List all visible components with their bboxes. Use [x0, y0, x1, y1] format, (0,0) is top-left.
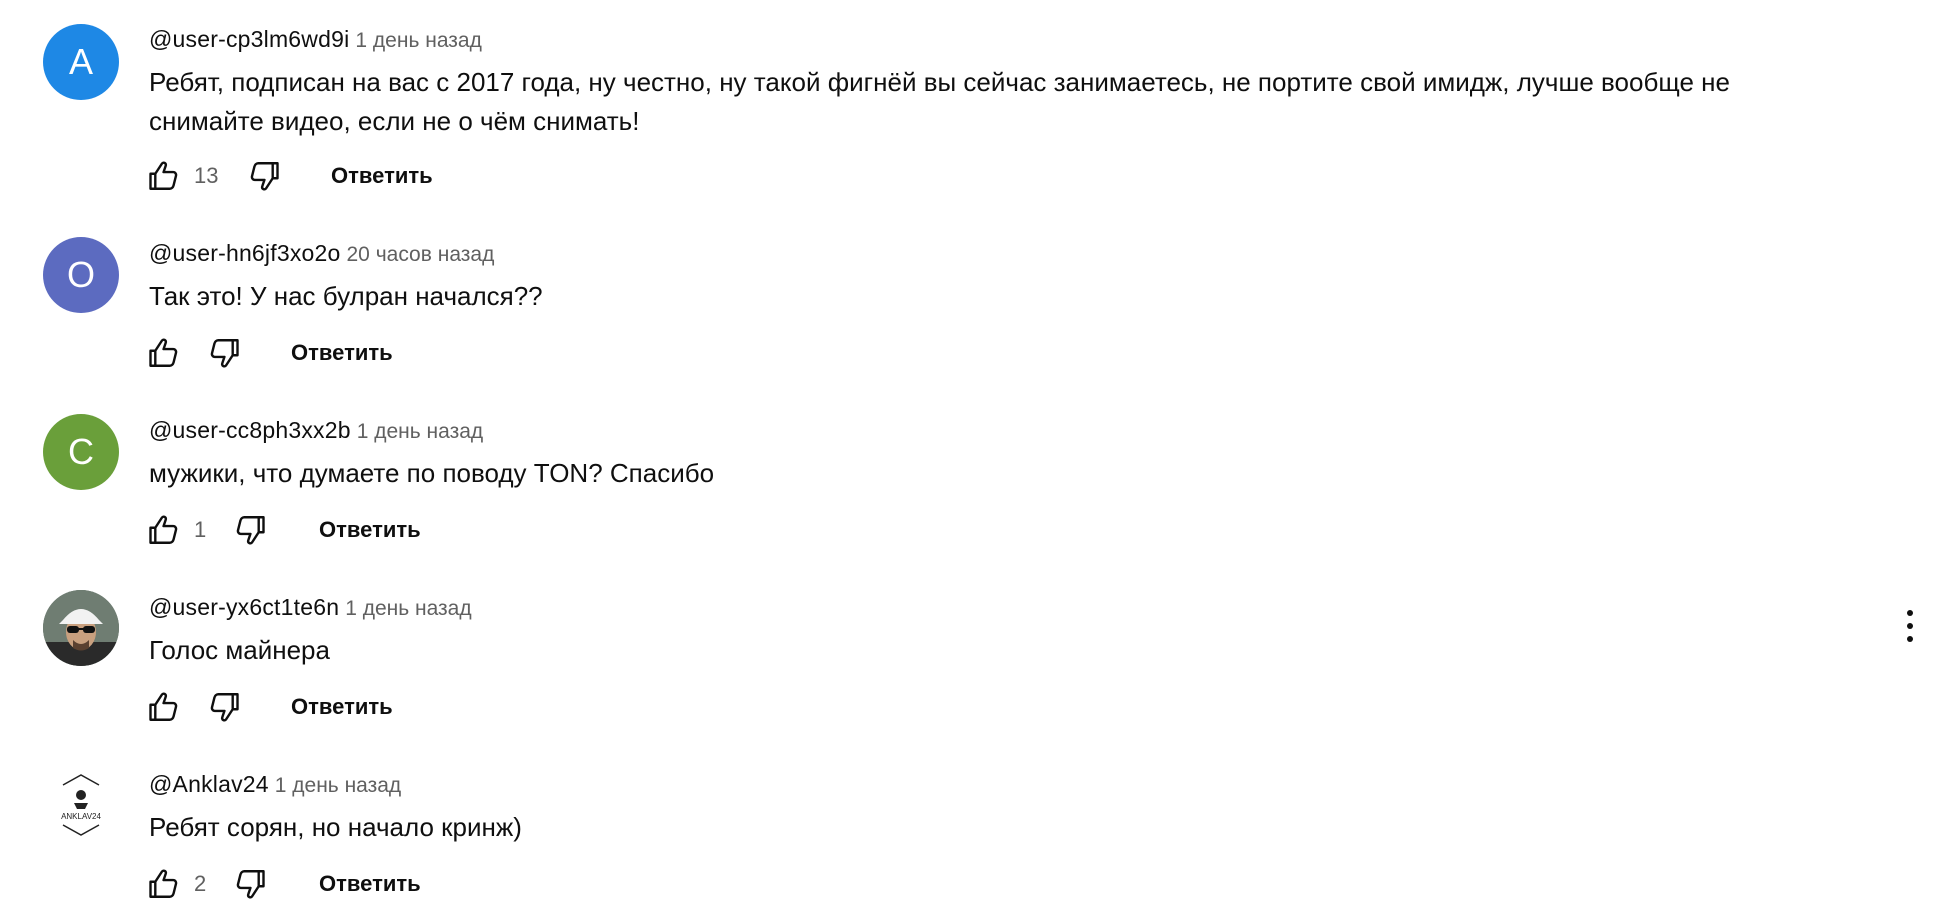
comment-author[interactable]: @Anklav24 [149, 771, 269, 797]
thumbs-down-icon [210, 339, 239, 368]
comment-text: Так это! У нас булран начался?? [149, 281, 543, 311]
comment-time[interactable]: 1 день назад [357, 420, 483, 443]
like-count: 13 [194, 163, 219, 188]
comment-time[interactable]: 1 день назад [355, 29, 481, 52]
like-button[interactable] [146, 508, 182, 552]
like-button[interactable] [146, 862, 182, 906]
reply-button[interactable]: Ответить [291, 331, 393, 375]
avatar-photo [43, 590, 119, 666]
comment-header: @user-hn6jf3xo2o 20 часов назад [149, 240, 494, 267]
thumbs-down-icon [236, 870, 265, 899]
avatar[interactable]: A [43, 24, 119, 100]
thumbs-up-icon [149, 692, 178, 721]
comment-author[interactable]: @user-hn6jf3xo2o [149, 240, 341, 266]
avatar[interactable]: O [43, 237, 119, 313]
thumbs-down-icon [210, 693, 239, 722]
like-count: 2 [194, 871, 207, 896]
avatar[interactable]: C [43, 414, 119, 490]
comment-text: Ребят сорян, но начало кринж) [149, 812, 522, 842]
avatar[interactable]: ANKLAV24 [43, 767, 119, 843]
comment-time[interactable]: 1 день назад [275, 774, 401, 797]
reply-button[interactable]: Ответить [319, 862, 421, 906]
thumbs-up-icon [149, 338, 178, 367]
comment-header: @user-cc8ph3xx2b 1 день назад [149, 417, 483, 444]
comment-author[interactable]: @user-cc8ph3xx2b [149, 417, 351, 443]
comment-time[interactable]: 1 день назад [345, 597, 471, 620]
thumbs-down-icon [236, 516, 265, 545]
comment-time[interactable]: 20 часов назад [347, 243, 495, 266]
thumbs-up-icon [149, 161, 178, 190]
comment-author[interactable]: @user-yx6ct1te6n [149, 594, 339, 620]
dislike-button[interactable] [206, 685, 242, 729]
comment-text: мужики, что думаете по поводу TON? Спаси… [149, 458, 715, 488]
more-actions-button[interactable] [1896, 604, 1924, 648]
comment-header: @user-yx6ct1te6n 1 день назад [149, 594, 472, 621]
comment-author[interactable]: @user-cp3lm6wd9i [149, 26, 349, 52]
reply-button[interactable]: Ответить [331, 154, 433, 198]
reply-button[interactable]: Ответить [291, 685, 393, 729]
dislike-button[interactable] [206, 331, 242, 375]
like-button[interactable] [146, 154, 182, 198]
anklav-logo-icon: ANKLAV24 [61, 774, 101, 836]
thumbs-up-icon [149, 515, 178, 544]
dislike-button[interactable] [232, 508, 268, 552]
comment-header: @user-cp3lm6wd9i 1 день назад [149, 26, 482, 53]
comment-text: Ребят, подписан на вас с 2017 года, ну ч… [149, 67, 1730, 136]
thumbs-down-icon [250, 162, 279, 191]
thumbs-up-icon [149, 869, 178, 898]
like-button[interactable] [146, 685, 182, 729]
more-vert-icon [1907, 610, 1913, 616]
reply-button[interactable]: Ответить [319, 508, 421, 552]
like-count: 1 [194, 517, 207, 542]
dislike-button[interactable] [246, 154, 282, 198]
comment-header: @Anklav24 1 день назад [149, 771, 401, 798]
dislike-button[interactable] [232, 862, 268, 906]
comment-text: Голос майнера [149, 635, 330, 665]
avatar[interactable] [43, 590, 119, 666]
svg-text:ANKLAV24: ANKLAV24 [61, 812, 101, 821]
like-button[interactable] [146, 331, 182, 375]
